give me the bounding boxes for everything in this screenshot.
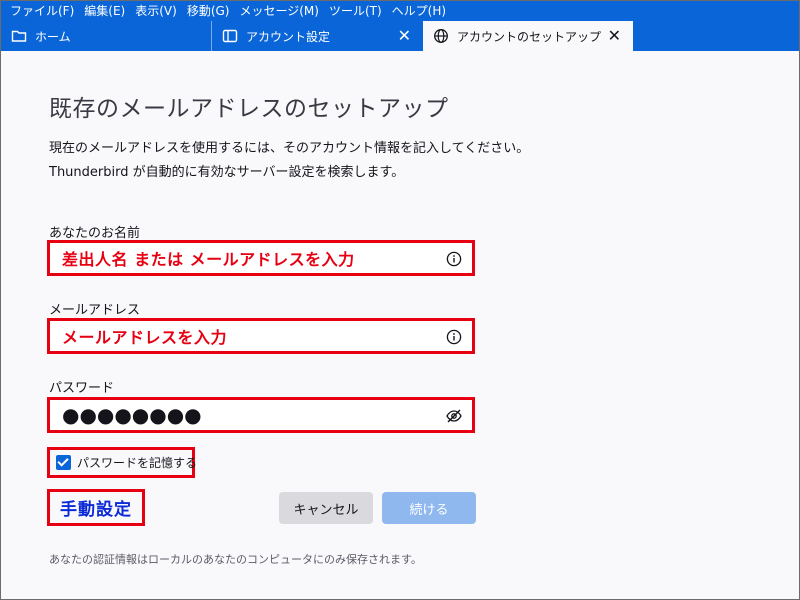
manual-config-label: 手動設定 xyxy=(60,500,132,520)
tab-account-setup-label: アカウントのセットアップ xyxy=(457,29,602,44)
settings-page-icon xyxy=(222,29,238,43)
menu-bar: ファイル(F) 編集(E) 表示(V) 移動(G) メッセージ(M) ツール(T… xyxy=(1,1,799,21)
email-field-value: メールアドレスを入力 xyxy=(62,328,228,347)
tab-bar: ホーム アカウント設定 ✕ アカウントのセットアップ ✕ xyxy=(1,21,799,51)
menu-edit[interactable]: 編集(E) xyxy=(79,1,130,21)
manual-config-link[interactable]: 手動設定 xyxy=(47,489,145,526)
menu-file[interactable]: ファイル(F) xyxy=(5,1,79,21)
tab-account-setup[interactable]: アカウントのセットアップ ✕ xyxy=(423,21,633,51)
close-icon[interactable]: ✕ xyxy=(608,27,621,45)
page-title: 既存のメールアドレスのセットアップ xyxy=(49,96,449,122)
tab-home-label: ホーム xyxy=(35,29,71,44)
remember-password-label: パスワードを記憶する xyxy=(77,456,198,470)
tab-home[interactable]: ホーム xyxy=(1,21,211,51)
credentials-note: あなたの認証情報はローカルのあなたのコンピュータにのみ保存されます。 xyxy=(49,553,422,566)
description-line-1: 現在のメールアドレスを使用するには、そのアカウント情報を記入してください。 xyxy=(49,141,530,156)
folder-icon xyxy=(11,30,27,42)
name-label: あなたのお名前 xyxy=(49,226,141,241)
menu-message[interactable]: メッセージ(M) xyxy=(234,1,323,21)
menu-help[interactable]: ヘルプ(H) xyxy=(387,1,451,21)
password-label: パスワード xyxy=(49,381,115,396)
tab-account-settings-label: アカウント設定 xyxy=(246,29,331,44)
email-field[interactable]: メールアドレスを入力 xyxy=(47,318,475,354)
eye-slash-icon[interactable] xyxy=(446,408,462,424)
close-icon[interactable]: ✕ xyxy=(398,27,411,45)
description-line-2: Thunderbird が自動的に有効なサーバー設定を検索します。 xyxy=(49,165,405,180)
cancel-button[interactable]: キャンセル xyxy=(279,492,373,524)
continue-button[interactable]: 続ける xyxy=(382,492,476,524)
password-field-value: ●●●●●●●● xyxy=(62,403,202,427)
password-field[interactable]: ●●●●●●●● xyxy=(47,397,475,433)
menu-go[interactable]: 移動(G) xyxy=(182,1,235,21)
tab-account-settings[interactable]: アカウント設定 ✕ xyxy=(211,21,423,51)
name-field[interactable]: 差出人名 または メールアドレスを入力 xyxy=(47,240,475,276)
menu-tools[interactable]: ツール(T) xyxy=(324,1,387,21)
info-icon[interactable] xyxy=(446,251,462,267)
menu-view[interactable]: 表示(V) xyxy=(130,1,182,21)
page-description: 現在のメールアドレスを使用するには、そのアカウント情報を記入してください。 Th… xyxy=(49,137,529,185)
checkbox-checked-icon[interactable] xyxy=(56,455,71,470)
remember-password-checkbox[interactable]: パスワードを記憶する xyxy=(47,447,198,478)
name-field-value: 差出人名 または メールアドレスを入力 xyxy=(62,250,355,269)
setup-header: 既存のメールアドレスのセットアップ xyxy=(49,89,489,123)
info-icon[interactable] xyxy=(446,329,462,345)
globe-icon xyxy=(434,29,448,43)
email-label: メールアドレス xyxy=(49,303,141,318)
